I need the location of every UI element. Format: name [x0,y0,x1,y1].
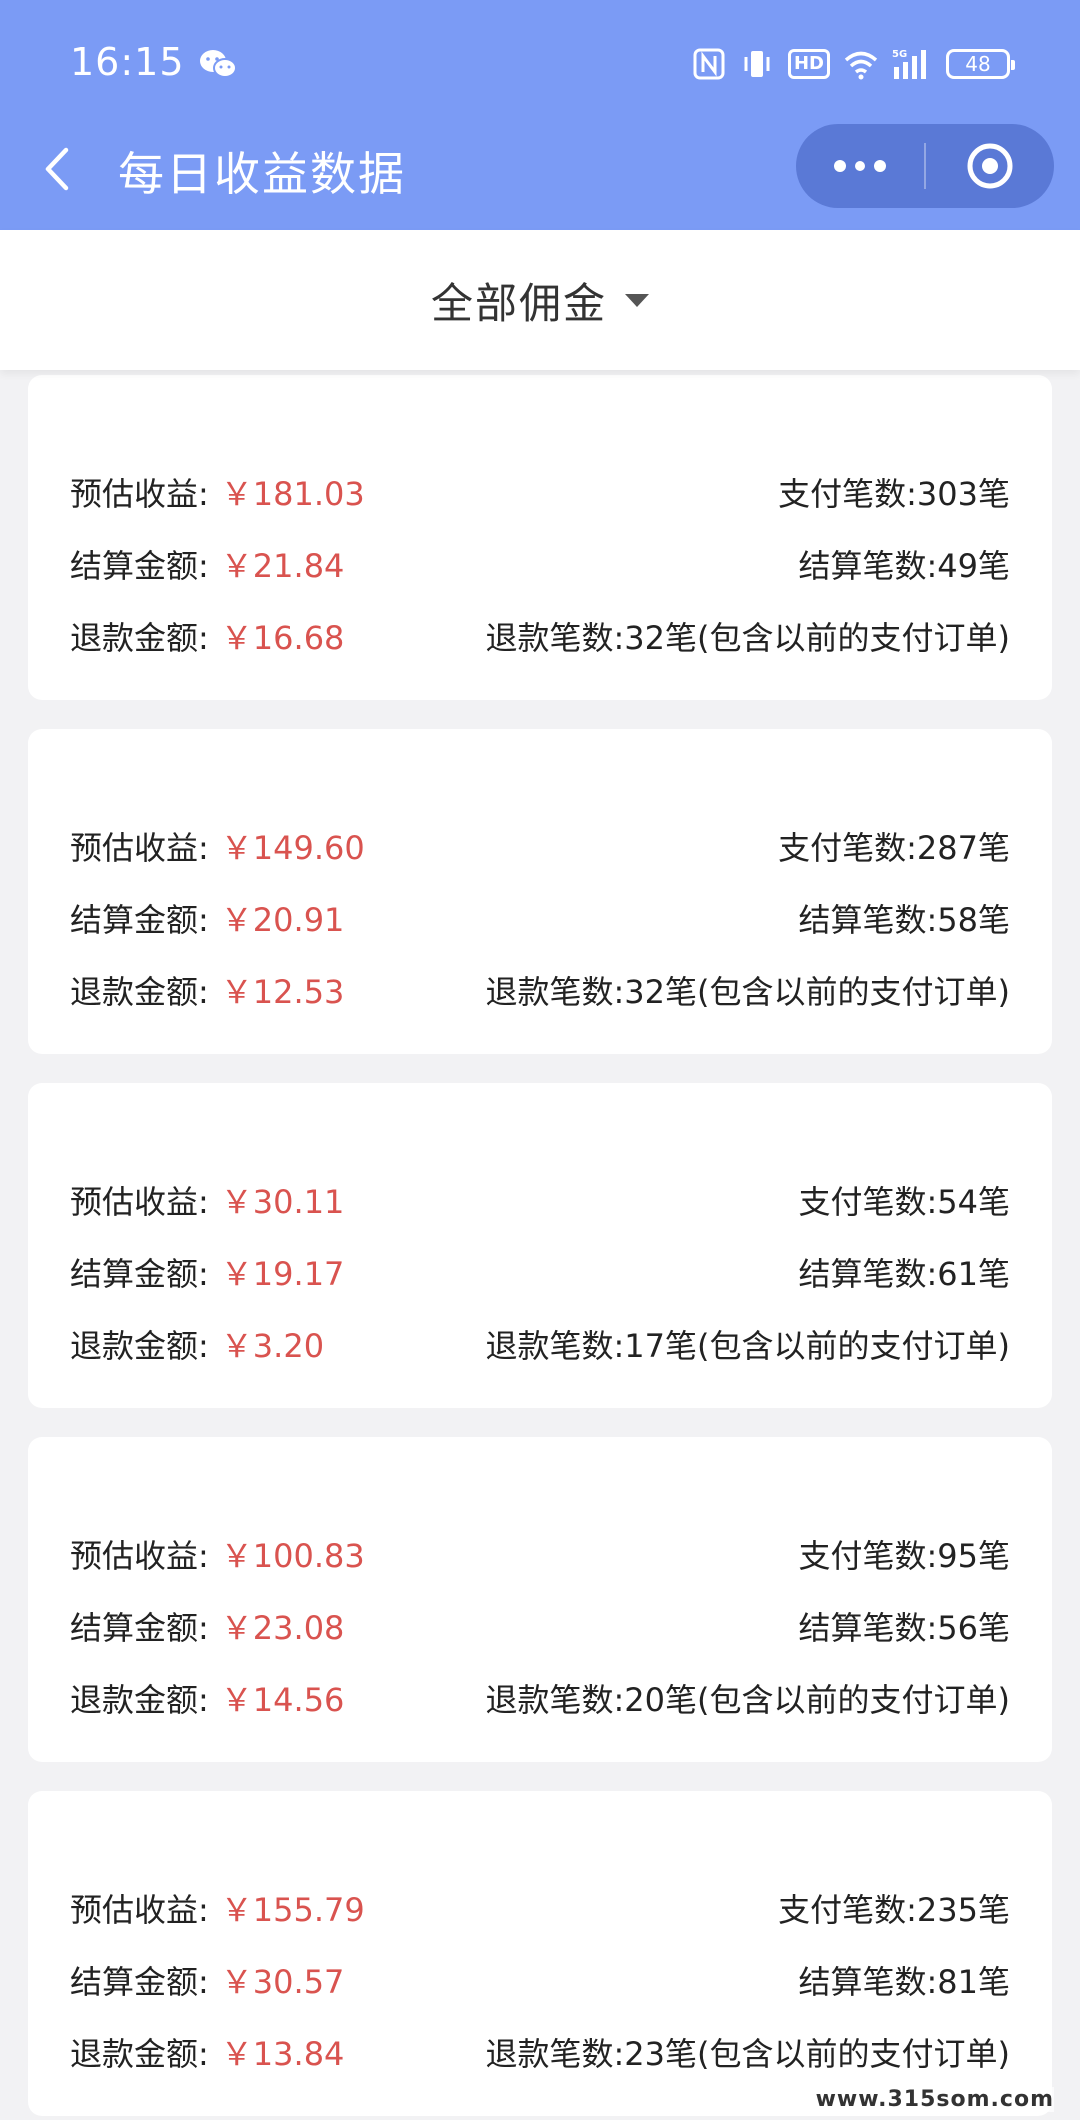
pay-count: 支付笔数:54笔 [798,1183,1010,1221]
estimated-amount: ￥30.11 [220,1183,345,1221]
refund-count: 退款笔数:20笔(包含以前的支付订单) [485,1681,1010,1719]
settle-count: 结算笔数:56笔 [798,1609,1010,1647]
battery-indicator: 48 [946,49,1015,79]
estimated-amount: ￥149.60 [220,829,365,867]
estimated-amount: ￥181.03 [220,475,365,513]
refund-count: 退款笔数:17笔(包含以前的支付订单) [485,1327,1010,1365]
settled-label: 结算金额: [70,547,209,585]
watermark: www.315som.com [815,2087,1054,2112]
settle-count: 结算笔数:61笔 [798,1255,1010,1293]
refund-label: 退款金额: [70,973,209,1011]
settled-row: 结算金额: ￥23.08 结算笔数:56笔 [70,1601,1010,1651]
refund-row: 退款金额: ￥12.53 退款笔数:32笔(包含以前的支付订单) [70,965,1010,1015]
pay-count: 支付笔数:95笔 [798,1537,1010,1575]
settled-amount: ￥19.17 [220,1255,345,1293]
settled-row: 结算金额: ￥20.91 结算笔数:58笔 [70,893,1010,943]
settled-amount: ￥30.57 [220,1963,345,2001]
refund-row: 退款金额: ￥16.68 退款笔数:32笔(包含以前的支付订单) [70,611,1010,661]
page-title: 每日收益数据 [118,147,406,201]
estimated-label: 预估收益: [70,1891,209,1929]
network-type: 5G [892,49,907,60]
refund-row: 退款金额: ￥13.84 退款笔数:23笔(包含以前的支付订单) [70,2027,1010,2077]
status-icons: HD 5G 48 [692,44,1015,84]
settle-count: 结算笔数:81笔 [798,1963,1010,2001]
settled-row: 结算金额: ￥19.17 结算笔数:61笔 [70,1247,1010,1297]
hd-badge: HD [787,49,830,79]
estimated-label: 预估收益: [70,1537,209,1575]
more-button[interactable] [796,124,924,208]
refund-count: 退款笔数:32笔(包含以前的支付订单) [485,619,1010,657]
estimated-label: 预估收益: [70,1183,209,1221]
estimated-label: 预估收益: [70,475,209,513]
estimated-label: 预估收益: [70,829,209,867]
earnings-card: 预估收益: ￥149.60 支付笔数:287笔 结算金额: ￥20.91 结算笔数:… [28,729,1052,1054]
settled-label: 结算金额: [70,1255,209,1293]
wechat-icon [200,50,237,78]
estimated-row: 预估收益: ￥155.79 支付笔数:235笔 [70,1883,1010,1933]
earnings-card: 预估收益: ￥30.11 支付笔数:54笔 结算金额: ￥19.17 结算笔数:61… [28,1083,1052,1408]
refund-count: 退款笔数:23笔(包含以前的支付订单) [485,2035,1010,2073]
earnings-card: 预估收益: ￥100.83 支付笔数:95笔 结算金额: ￥23.08 结算笔数:5… [28,1437,1052,1762]
earnings-list: 预估收益: ￥181.03 支付笔数:303笔 结算金额: ￥21.84 结算笔数:… [28,375,1052,2120]
refund-amount: ￥16.68 [220,619,345,657]
refund-label: 退款金额: [70,1681,209,1719]
refund-row: 退款金额: ￥3.20 退款笔数:17笔(包含以前的支付订单) [70,1319,1010,1369]
settled-label: 结算金额: [70,1963,209,2001]
estimated-amount: ￥100.83 [220,1537,365,1575]
estimated-row: 预估收益: ￥100.83 支付笔数:95笔 [70,1529,1010,1579]
settle-count: 结算笔数:58笔 [798,901,1010,939]
estimated-row: 预估收益: ￥30.11 支付笔数:54笔 [70,1175,1010,1225]
filter-label: 全部佣金 [430,278,607,328]
back-arrow-icon[interactable] [38,144,78,194]
wifi-icon [844,51,878,80]
refund-label: 退款金额: [70,2035,209,2073]
estimated-amount: ￥155.79 [220,1891,365,1929]
settled-label: 结算金额: [70,1609,209,1647]
refund-amount: ￥13.84 [220,2035,345,2073]
status-time: 16:15 [70,40,185,84]
more-dots-icon [834,160,886,172]
settled-row: 结算金额: ￥30.57 结算笔数:81笔 [70,1955,1010,2005]
nav-bar: 每日收益数据 [0,100,1080,230]
refund-row: 退款金额: ￥14.56 退款笔数:20笔(包含以前的支付订单) [70,1673,1010,1723]
miniprogram-capsule [796,124,1054,208]
close-target-icon [967,143,1013,189]
signal-icon: 5G [892,49,926,79]
settled-amount: ￥20.91 [220,901,345,939]
settled-amount: ￥23.08 [220,1609,345,1647]
pay-count: 支付笔数:287笔 [778,829,1010,867]
commission-filter-dropdown[interactable]: 全部佣金 [0,230,1080,370]
earnings-card: 预估收益: ￥155.79 支付笔数:235笔 结算金额: ￥30.57 结算笔数:… [28,1791,1052,2116]
settled-label: 结算金额: [70,901,209,939]
nfc-icon [693,48,725,80]
vibrate-icon [744,51,770,77]
refund-label: 退款金额: [70,1327,209,1365]
settled-amount: ￥21.84 [220,547,345,585]
close-button[interactable] [926,124,1054,208]
refund-amount: ￥12.53 [220,973,345,1011]
estimated-row: 预估收益: ￥149.60 支付笔数:287笔 [70,821,1010,871]
settled-row: 结算金额: ￥21.84 结算笔数:49笔 [70,539,1010,589]
earnings-card: 预估收益: ￥181.03 支付笔数:303笔 结算金额: ￥21.84 结算笔数:… [28,375,1052,700]
caret-down-icon [625,293,649,307]
estimated-row: 预估收益: ￥181.03 支付笔数:303笔 [70,467,1010,517]
refund-amount: ￥3.20 [220,1327,325,1365]
settle-count: 结算笔数:49笔 [798,547,1010,585]
refund-label: 退款金额: [70,619,209,657]
pay-count: 支付笔数:235笔 [778,1891,1010,1929]
pay-count: 支付笔数:303笔 [778,475,1010,513]
refund-count: 退款笔数:32笔(包含以前的支付订单) [485,973,1010,1011]
refund-amount: ￥14.56 [220,1681,345,1719]
